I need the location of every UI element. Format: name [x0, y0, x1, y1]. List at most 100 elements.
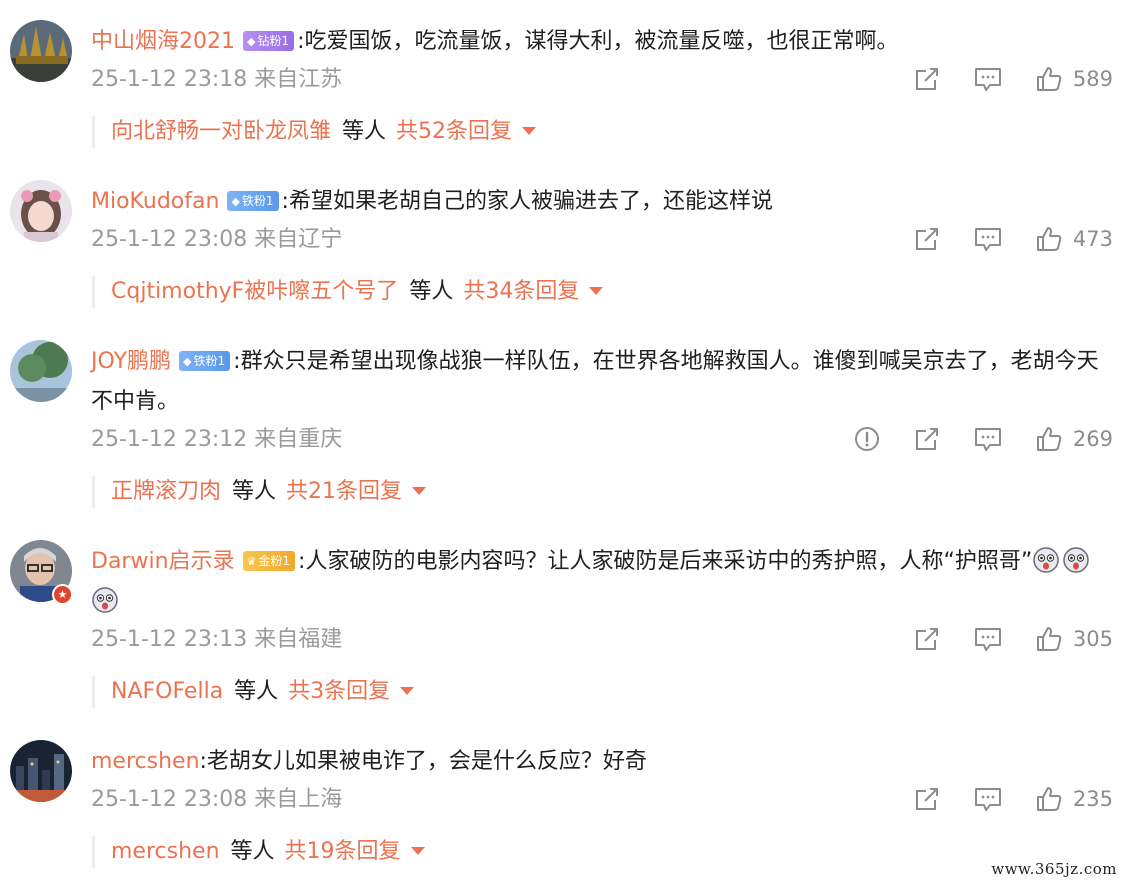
comment-body: MioKudofan ◆ 铁粉1:希望如果老胡自己的家人被骗进去了，还能这样说 [91, 182, 1111, 222]
caret-down-icon[interactable] [589, 287, 604, 295]
crown-icon: ♛ [246, 555, 257, 568]
reply-user-names[interactable]: 正牌滚刀肉 [111, 479, 221, 504]
reply-total-link[interactable]: 共34条回复 [463, 279, 579, 304]
report-icon [853, 425, 881, 453]
reply-total-link[interactable]: 共19条回复 [285, 839, 401, 864]
fan-badge-label: 铁粉1 [241, 194, 274, 208]
thumbs-up-icon [1035, 425, 1063, 453]
watermark: www.365jz.com [991, 860, 1117, 878]
avatar[interactable] [10, 740, 72, 802]
report-button[interactable] [853, 425, 881, 453]
username-link[interactable]: mercshen [91, 749, 200, 774]
comment-text: :群众只是希望出现像战狼一样队伍，在世界各地解救国人。谁傻到喊吴京去了，老胡今天… [91, 349, 1099, 414]
shocked-face-emoji [1062, 547, 1092, 574]
avatar[interactable] [10, 180, 72, 242]
like-button[interactable]: 235 [1035, 785, 1113, 813]
reply-user-names[interactable]: CqjtimothyF被咔嚓五个号了 [111, 279, 398, 304]
replies-summary[interactable]: CqjtimothyF被咔嚓五个号了 等人 共34条回复 [92, 276, 604, 308]
caret-down-icon[interactable] [400, 687, 415, 695]
reply-total-link[interactable]: 共3条回复 [288, 679, 390, 704]
share-button[interactable] [913, 785, 941, 813]
comment-actions: 305 [881, 622, 1113, 656]
diamond-icon: ◆ [247, 35, 256, 48]
comment-meta: 25-1-12 23:12 来自重庆 [91, 427, 343, 452]
caret-down-icon[interactable] [410, 847, 425, 855]
comment-body: mercshen:老胡女儿如果被电诈了，会是什么反应？好奇 [91, 742, 1111, 782]
like-count: 235 [1072, 787, 1113, 811]
replies-summary[interactable]: NAFOFella 等人 共3条回复 [92, 676, 415, 708]
fan-badge[interactable]: ♛ 金粉1 [242, 551, 296, 571]
comment-body: JOY鹏鹏 ◆ 铁粉1:群众只是希望出现像战狼一样队伍，在世界各地解救国人。谁傻到喊… [91, 342, 1111, 422]
thumbs-up-icon [1035, 785, 1063, 813]
replies-summary[interactable]: 正牌滚刀肉 等人 共21条回复 [92, 476, 427, 508]
comment-icon [973, 225, 1003, 253]
reply-button[interactable] [973, 425, 1003, 453]
fan-badge-label: 钻粉1 [257, 34, 290, 48]
reply-suffix: 等人 [232, 479, 277, 504]
avatar[interactable] [10, 20, 72, 82]
comment-meta: 25-1-12 23:08 来自辽宁 [91, 227, 343, 252]
replies-summary[interactable]: mercshen 等人 共19条回复 [92, 836, 425, 868]
like-button[interactable]: 473 [1035, 225, 1113, 253]
thumbs-up-icon [1035, 625, 1063, 653]
comment-item: mercshen:老胡女儿如果被电诈了，会是什么反应？好奇 25-1-12 23:… [0, 740, 1125, 870]
shocked-face-emoji [1032, 547, 1062, 574]
reply-user-names[interactable]: NAFOFella [111, 679, 223, 704]
username-link[interactable]: JOY鹏鹏 [91, 349, 171, 374]
reply-suffix: 等人 [230, 839, 275, 864]
share-icon [913, 425, 941, 453]
comment-icon [973, 65, 1003, 93]
comment-item: JOY鹏鹏 ◆ 铁粉1:群众只是希望出现像战狼一样队伍，在世界各地解救国人。谁傻到喊… [0, 340, 1125, 510]
reply-total-link[interactable]: 共52条回复 [396, 119, 512, 144]
comment-text: :老胡女儿如果被电诈了，会是什么反应？好奇 [199, 749, 647, 774]
verified-badge-icon: ★ [52, 584, 73, 605]
like-button[interactable]: 269 [1035, 425, 1113, 453]
reply-user-names[interactable]: mercshen [111, 839, 220, 864]
share-icon [913, 225, 941, 253]
caret-down-icon[interactable] [412, 487, 427, 495]
diamond-icon: ◆ [231, 195, 240, 208]
comment-item: MioKudofan ◆ 铁粉1:希望如果老胡自己的家人被骗进去了，还能这样说 25-… [0, 180, 1125, 310]
avatar[interactable] [10, 340, 72, 402]
comment-actions: 473 [881, 222, 1113, 256]
like-count: 473 [1072, 227, 1113, 251]
fan-badge[interactable]: ◆ 钻粉1 [243, 31, 295, 51]
comment-icon [973, 785, 1003, 813]
comment-meta: 25-1-12 23:18 来自江苏 [91, 67, 343, 92]
like-count: 589 [1072, 67, 1113, 91]
reply-button[interactable] [973, 65, 1003, 93]
caret-down-icon[interactable] [522, 127, 537, 135]
username-link[interactable]: MioKudofan [91, 189, 219, 214]
share-button[interactable] [913, 65, 941, 93]
share-icon [913, 625, 941, 653]
share-button[interactable] [913, 225, 941, 253]
reply-button[interactable] [973, 625, 1003, 653]
comment-item: ★ Darwin启示录 ♛ 金粉1:人家破防的电影内容吗？让人家破防是后来采访中的秀护… [0, 540, 1125, 710]
comment-text: :人家破防的电影内容吗？让人家破防是后来采访中的秀护照，人称“护照哥” [298, 549, 1033, 574]
username-link[interactable]: Darwin启示录 [91, 549, 235, 574]
like-button[interactable]: 589 [1035, 65, 1113, 93]
fan-badge[interactable]: ◆ 铁粉1 [179, 351, 231, 371]
reply-user-names[interactable]: 向北舒畅一对卧龙凤雏 [111, 119, 331, 144]
replies-summary[interactable]: 向北舒畅一对卧龙凤雏 等人 共52条回复 [92, 116, 537, 148]
share-button[interactable] [913, 425, 941, 453]
comment-meta: 25-1-12 23:13 来自福建 [91, 627, 343, 652]
fan-badge[interactable]: ◆ 铁粉1 [227, 191, 279, 211]
comment-actions: 269 [821, 422, 1113, 456]
reply-suffix: 等人 [342, 119, 387, 144]
reply-button[interactable] [973, 785, 1003, 813]
comment-icon [973, 625, 1003, 653]
comment-icon [973, 425, 1003, 453]
comment-item: 中山烟海2021 ◆ 钻粉1:吃爱国饭，吃流量饭，谋得大利，被流量反噬，也很正常啊。… [0, 20, 1125, 150]
comment-text: :希望如果老胡自己的家人被骗进去了，还能这样说 [281, 189, 773, 214]
diamond-icon: ◆ [183, 355, 192, 368]
reply-button[interactable] [973, 225, 1003, 253]
reply-total-link[interactable]: 共21条回复 [286, 479, 402, 504]
comment-actions: 589 [881, 62, 1113, 96]
like-button[interactable]: 305 [1035, 625, 1113, 653]
comment-actions: 235 [881, 782, 1113, 816]
comment-meta: 25-1-12 23:08 来自上海 [91, 787, 343, 812]
share-button[interactable] [913, 625, 941, 653]
comment-text: :吃爱国饭，吃流量饭，谋得大利，被流量反噬，也很正常啊。 [297, 29, 899, 54]
username-link[interactable]: 中山烟海2021 [91, 29, 235, 54]
